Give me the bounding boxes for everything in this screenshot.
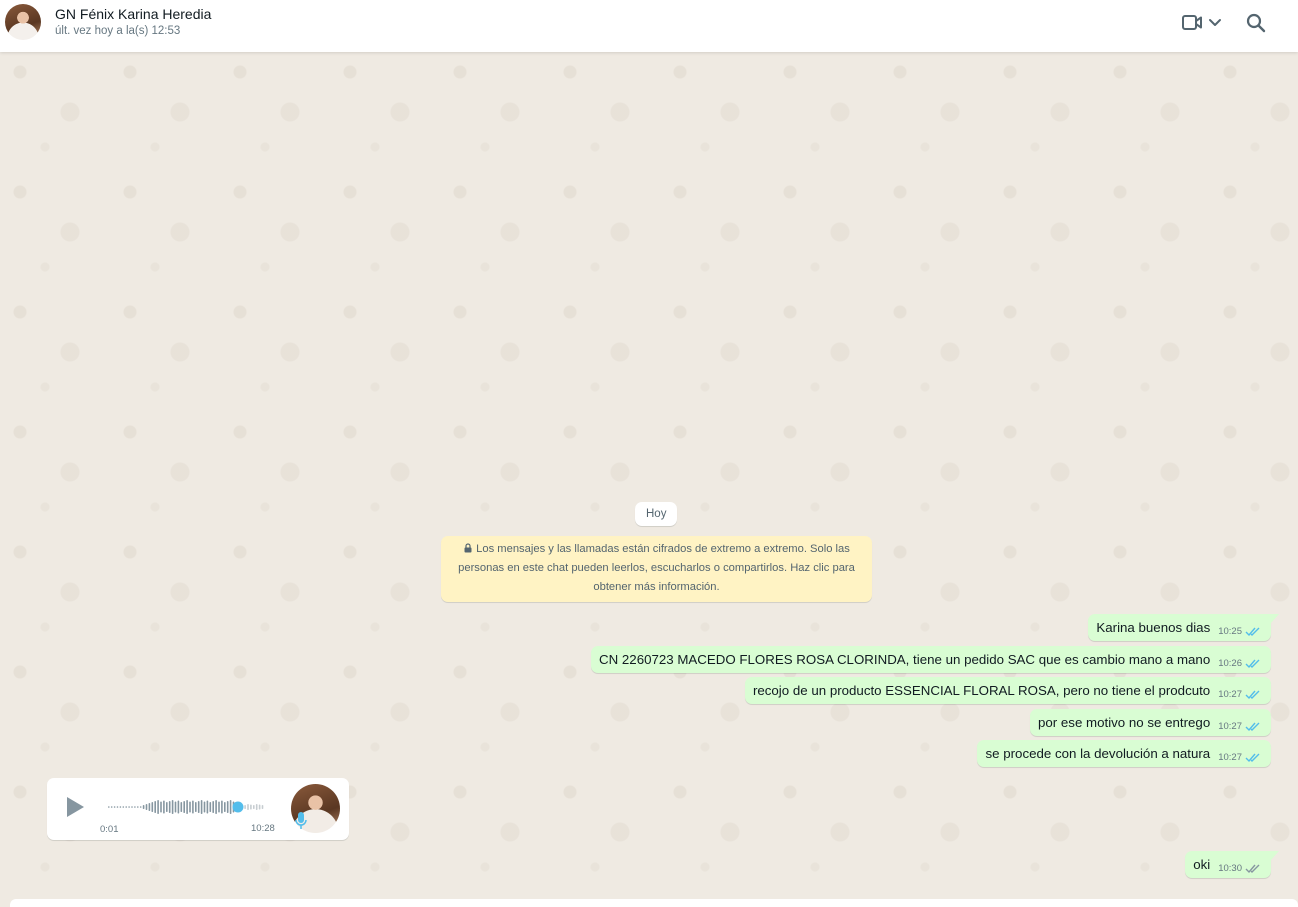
read-double-check-icon (1245, 690, 1260, 700)
read-double-check-icon (1245, 753, 1260, 763)
message-text: oki (1193, 857, 1211, 872)
outgoing-message[interactable]: se procede con la devolución a natura 10… (977, 740, 1271, 767)
contact-last-seen: últ. vez hoy a la(s) 12:53 (55, 25, 181, 37)
message-time: 10:27 (1218, 721, 1242, 732)
outgoing-message[interactable]: Karina buenos dias 10:25 (1088, 614, 1279, 641)
message-text: Karina buenos dias (1096, 620, 1211, 635)
date-divider: Hoy (635, 502, 678, 526)
read-double-check-icon (1245, 659, 1260, 669)
outgoing-message[interactable]: por ese motivo no se entrego 10:27 (1029, 709, 1271, 736)
message-time: 10:27 (1218, 689, 1242, 700)
contact-name[interactable]: GN Fénix Karina Heredia (55, 6, 211, 22)
microphone-icon (295, 812, 307, 829)
read-double-check-icon (1245, 627, 1260, 637)
encryption-notice[interactable]: Los mensajes y las llamadas están cifrad… (441, 536, 872, 602)
video-camera-icon (1182, 15, 1221, 30)
message-text: CN 2260723 MACEDO FLORES ROSA CLORINDA, … (599, 652, 1211, 667)
message-text: por ese motivo no se entrego (1037, 715, 1211, 730)
compose-bar[interactable] (10, 899, 1298, 907)
search-icon (1246, 13, 1266, 33)
message-time: 10:28 (251, 823, 275, 834)
encryption-notice-text: Los mensajes y las llamadas están cifrad… (458, 543, 855, 593)
voice-waveform[interactable] (107, 798, 267, 816)
outgoing-message[interactable]: CN 2260723 MACEDO FLORES ROSA CLORINDA, … (591, 646, 1271, 673)
playback-scrubber[interactable] (232, 801, 244, 813)
chevron-down-icon (1209, 19, 1221, 26)
video-call-button[interactable] (1180, 12, 1226, 34)
lock-icon (464, 543, 472, 553)
voice-message[interactable]: 0:01 10:28 (47, 778, 349, 840)
chat-header: GN Fénix Karina Heredia últ. vez hoy a l… (0, 0, 1298, 52)
outgoing-message[interactable]: oki 10:30 (1185, 851, 1279, 878)
message-text: recojo de un producto ESSENCIAL FLORAL R… (752, 683, 1211, 698)
message-time: 10:30 (1218, 863, 1242, 874)
search-button[interactable] (1245, 12, 1267, 34)
message-time: 10:27 (1218, 752, 1242, 763)
outgoing-message[interactable]: recojo de un producto ESSENCIAL FLORAL R… (744, 677, 1271, 704)
delivered-double-check-icon (1245, 864, 1260, 874)
play-icon[interactable] (64, 795, 86, 819)
voice-elapsed-time: 0:01 (100, 824, 119, 835)
message-time: 10:25 (1218, 626, 1242, 637)
chat-messages-pane[interactable]: Hoy Los mensajes y las llamadas están ci… (0, 52, 1298, 907)
message-text: se procede con la devolución a natura (985, 746, 1211, 761)
read-double-check-icon (1245, 722, 1260, 732)
contact-avatar[interactable] (5, 4, 41, 40)
message-time: 10:26 (1218, 658, 1242, 669)
